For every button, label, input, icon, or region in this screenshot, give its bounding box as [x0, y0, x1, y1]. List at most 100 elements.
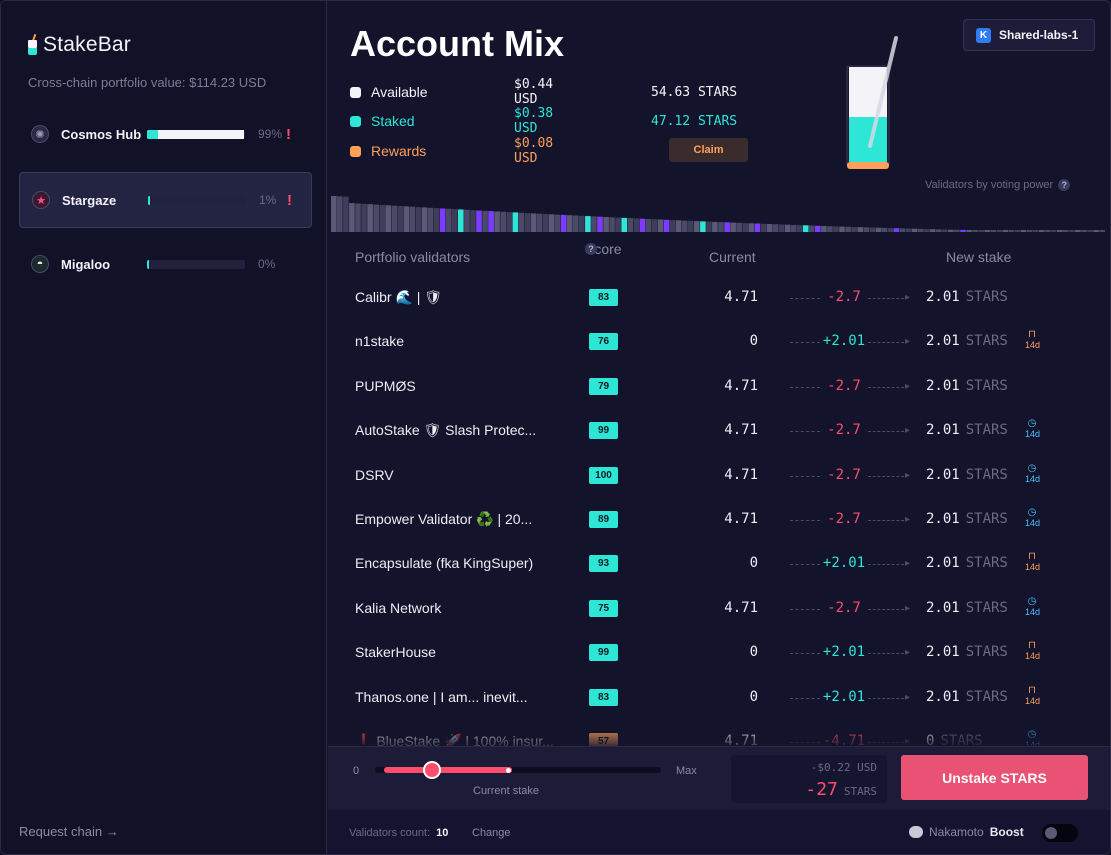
- validator-name: StakerHouse: [355, 644, 436, 661]
- claim-button[interactable]: Claim: [669, 138, 748, 162]
- nakamoto-boost-toggle[interactable]: [1042, 824, 1078, 842]
- unstake-button[interactable]: Unstake STARS: [901, 755, 1088, 800]
- current-stake: 4.71: [724, 377, 758, 394]
- validator-power-bar: [560, 214, 567, 232]
- new-stake-unit: STARS: [965, 333, 1008, 350]
- table-row[interactable]: Thanos.one | I am... inevit... 83 0 +2.01 ▸ 2…: [328, 675, 1110, 719]
- table-row[interactable]: PUPMØS 79 4.71 -2.7 ▸ 2.01 STARS: [328, 364, 1110, 408]
- request-chain-link[interactable]: Request chain →: [19, 824, 119, 839]
- nakamoto-boost: Nakamoto Boost: [909, 825, 1024, 839]
- validator-power-bar: [893, 228, 900, 232]
- new-stake: 2.01 STARS: [926, 378, 1008, 394]
- table-row[interactable]: StakerHouse 99 0 +2.01 ▸ 2.01 STARS ⊓ 14d: [328, 630, 1110, 674]
- new-stake: 2.01 STARS: [926, 511, 1008, 527]
- stake-change-arrow: +2.01 ▸: [790, 333, 910, 351]
- page-title: Account Mix: [350, 23, 565, 64]
- chain-item-stargaze[interactable]: ★ Stargaze 1%!: [19, 172, 312, 228]
- validator-power-bar: [1020, 230, 1027, 232]
- validator-power-bar: [621, 217, 627, 232]
- stake-delta: -2.7: [827, 466, 861, 483]
- chain-item-cosmos-hub[interactable]: ✺ Cosmos Hub 99%!: [19, 106, 312, 162]
- account-button[interactable]: K Shared-labs-1: [963, 19, 1095, 51]
- help-icon[interactable]: ?: [1058, 179, 1071, 191]
- validator-power-bar: [712, 221, 718, 232]
- validator-power-bar: [1038, 230, 1045, 232]
- validator-power-bar: [427, 207, 434, 232]
- validator-power-bar: [954, 229, 960, 232]
- validator-name: PUPMØS: [355, 377, 416, 394]
- validator-power-bar: [833, 226, 839, 232]
- current-stake: 0: [749, 333, 758, 350]
- table-row[interactable]: Kalia Network 75 4.71 -2.7 ▸ 2.01 STARS ◷ 14d: [328, 586, 1110, 630]
- new-stake-unit: STARS: [940, 733, 983, 747]
- current-stake-marker: [506, 768, 511, 773]
- legend-stars: 47.12 STARS: [651, 113, 738, 129]
- validator-power-bar: [694, 221, 700, 232]
- validator-power-bar: [700, 221, 706, 232]
- boost-label: Boost: [989, 825, 1024, 839]
- change-count-link[interactable]: Change: [472, 827, 511, 839]
- clock-icon: ◷ 14d: [1025, 418, 1041, 440]
- validator-power-bar: [863, 227, 869, 232]
- table-header: Portfolio validators Score ? Current New…: [328, 241, 1110, 269]
- new-stake-value: 0: [926, 733, 935, 747]
- legend-label: Rewards: [371, 143, 427, 159]
- validator-power-bar: [942, 229, 948, 232]
- validator-power-bar: [675, 220, 682, 232]
- slider-min-label: 0: [353, 765, 360, 777]
- validator-power-bar: [361, 203, 367, 232]
- validator-power-bar: [1026, 230, 1033, 232]
- table-row[interactable]: Calibr 🌊 | 🛡 83 4.71 -2.7 ▸ 2.01 STARS: [328, 275, 1110, 319]
- validator-power-bar: [778, 224, 785, 232]
- validator-power-bar: [815, 225, 821, 232]
- validators-count-value: 10: [436, 827, 449, 839]
- lock-icon: ⊓ 14d: [1025, 329, 1041, 351]
- table-row[interactable]: DSRV 100 4.71 -2.7 ▸ 2.01 STARS ◷ 14d: [328, 453, 1110, 497]
- chain-item-migaloo[interactable]: ◓ Migaloo 0%: [19, 236, 312, 292]
- unbonding-days: 14d: [1025, 562, 1041, 573]
- table-row[interactable]: Empower Validator ♻️ | 20... 89 4.71 -2.7 ▸ 2…: [328, 497, 1110, 541]
- stake-change-arrow: -2.7 ▸: [790, 467, 910, 485]
- sidebar: StakeBar Cross-chain portfolio value: $1…: [1, 1, 327, 854]
- brand: StakeBar: [28, 33, 131, 57]
- validator-power-bar: [470, 210, 476, 232]
- table-row[interactable]: n1stake 76 0 +2.01 ▸ 2.01 STARS ⊓ 14d: [328, 319, 1110, 363]
- new-stake: 2.01 STARS: [926, 555, 1008, 571]
- validator-power-bar: [748, 223, 754, 232]
- validator-power-bar: [464, 209, 470, 232]
- new-stake-unit: STARS: [965, 377, 1008, 394]
- stakebar-logo-icon: [28, 33, 37, 56]
- new-stake-unit: STARS: [965, 422, 1008, 439]
- validator-name: Calibr 🌊 | 🛡: [355, 289, 443, 305]
- score-badge: 57: [589, 733, 618, 747]
- validator-power-bar: [343, 196, 349, 232]
- clock-icon: ◷ 14d: [1025, 462, 1041, 484]
- new-stake: 2.01 STARS: [926, 422, 1008, 438]
- slider-max-label[interactable]: Max: [676, 765, 697, 777]
- stake-delta: +2.01: [822, 644, 866, 661]
- current-stake: 4.71: [724, 599, 758, 616]
- validator-power-bar: [355, 203, 361, 232]
- slider-thumb[interactable]: [423, 761, 441, 779]
- validator-power-bar: [603, 217, 609, 232]
- table-row[interactable]: ❗ BlueStake 🚀 | 100% insur... 57 4.71 -4.71…: [328, 719, 1110, 747]
- table-row[interactable]: Encapsulate (fka KingSuper) 93 0 +2.01 ▸ 2.01…: [328, 541, 1110, 585]
- validator-power-bar: [669, 220, 676, 232]
- new-stake-value: 2.01: [926, 599, 960, 616]
- validator-power-bar: [391, 205, 398, 232]
- validator-power-bar: [482, 210, 488, 232]
- validator-power-bar: [736, 222, 742, 232]
- validator-power-bar: [724, 222, 730, 232]
- table-row[interactable]: AutoStake 🛡 Slash Protec... 99 4.71 -2.7 ▸ 2.…: [328, 408, 1110, 452]
- new-stake-unit: STARS: [965, 599, 1008, 616]
- chain-name: Migaloo: [61, 256, 111, 272]
- validator-power-bar: [978, 230, 984, 232]
- validator-power-bar: [373, 204, 379, 232]
- validator-power-bar: [573, 215, 579, 232]
- validator-power-bar: [1069, 230, 1075, 232]
- help-icon[interactable]: ?: [585, 243, 597, 255]
- stake-delta: -2.7: [827, 511, 861, 527]
- stake-change-arrow: -2.7 ▸: [790, 289, 910, 307]
- validator-power-bar: [439, 208, 446, 232]
- validator-power-bar: [1057, 230, 1063, 232]
